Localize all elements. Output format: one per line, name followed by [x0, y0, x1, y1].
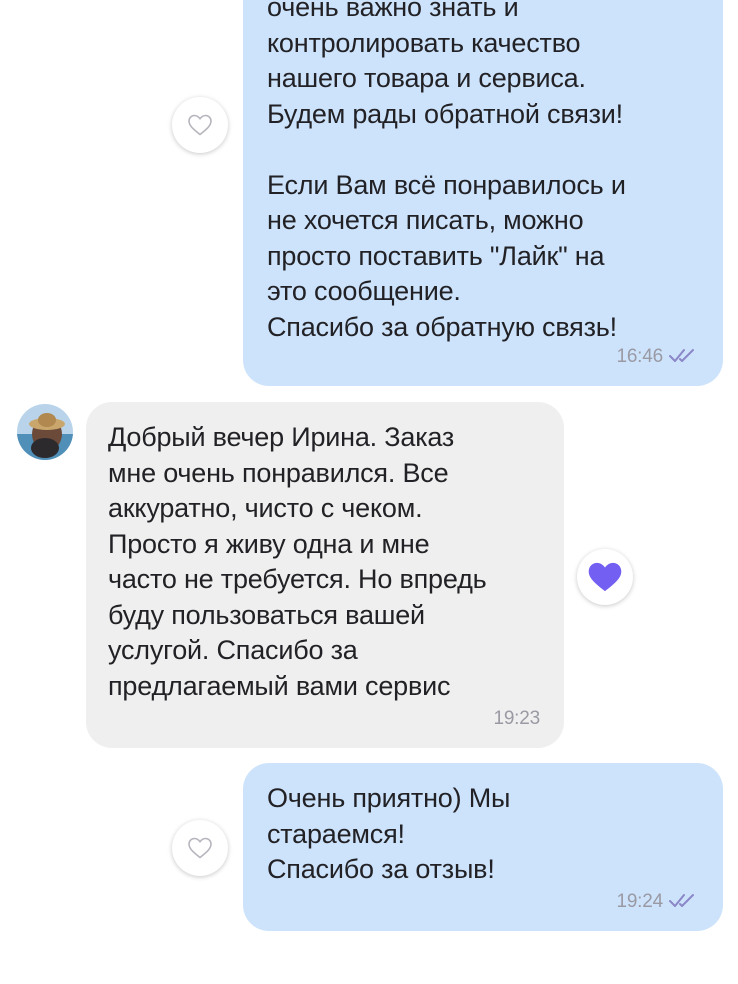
like-button[interactable] — [172, 820, 228, 876]
message-line: не хочется писать, можно — [267, 205, 584, 235]
message-line: услугой. Спасибо за — [108, 635, 358, 665]
message-line: Просто я живу одна и мне — [108, 528, 430, 559]
message-line: Добрый вечер Ирина. Заказ — [108, 422, 455, 452]
message-line: стараемся! — [267, 818, 405, 849]
message-text: Очень приятно) Мы стараемся! Спасибо за … — [267, 781, 703, 888]
message-text: Добрый вечер Ирина. Заказ мне очень понр… — [108, 420, 548, 704]
double-check-icon — [669, 349, 694, 363]
message-line: аккуратно, чисто с чеком. — [108, 493, 423, 523]
heart-outline-icon — [188, 837, 212, 859]
message-line: Очень приятно) Мы — [267, 783, 511, 813]
message-line — [267, 132, 703, 168]
message-line: буду пользоваться вашей — [108, 599, 425, 630]
message-time: 19:24 — [616, 890, 663, 912]
message-meta: 19:23 — [493, 701, 540, 737]
message-bubble-outgoing[interactable]: Очень приятно) Мы стараемся! Спасибо за … — [243, 763, 723, 931]
message-line: контролировать качество — [267, 27, 581, 58]
message-meta: 19:24 — [616, 884, 699, 920]
message-meta: 16:46 — [616, 339, 699, 375]
message-line: это сообщение. — [267, 276, 461, 306]
message-bubble-outgoing[interactable]: очень важно знать и контролировать качес… — [243, 0, 723, 386]
message-line: просто поставить "Лайк" на — [267, 240, 605, 271]
message-line: мне очень понравился. Все — [108, 457, 449, 488]
avatar[interactable] — [17, 404, 73, 460]
like-button[interactable] — [577, 549, 633, 605]
message-line: предлагаемый вами сервис — [108, 670, 451, 701]
heart-filled-icon — [588, 562, 622, 592]
message-line: часто не требуется. Но впредь — [108, 564, 487, 594]
message-line: Спасибо за отзыв! — [267, 854, 495, 884]
message-time: 16:46 — [616, 345, 663, 367]
message-line: Будем рады обратной связи! — [267, 98, 623, 129]
heart-outline-icon — [188, 114, 212, 136]
double-check-icon — [669, 894, 694, 908]
message-bubble-incoming[interactable]: Добрый вечер Ирина. Заказ мне очень понр… — [86, 402, 564, 748]
message-line: очень важно знать и — [267, 0, 519, 22]
avatar-photo-icon — [17, 404, 73, 460]
message-time: 19:23 — [493, 707, 540, 729]
like-button[interactable] — [172, 97, 228, 153]
message-text: очень важно знать и контролировать качес… — [267, 0, 703, 345]
message-line: нашего товара и сервиса. — [267, 63, 586, 93]
chat-thread: очень важно знать и контролировать качес… — [0, 0, 738, 984]
message-line: Если Вам всё понравилось и — [267, 169, 626, 200]
